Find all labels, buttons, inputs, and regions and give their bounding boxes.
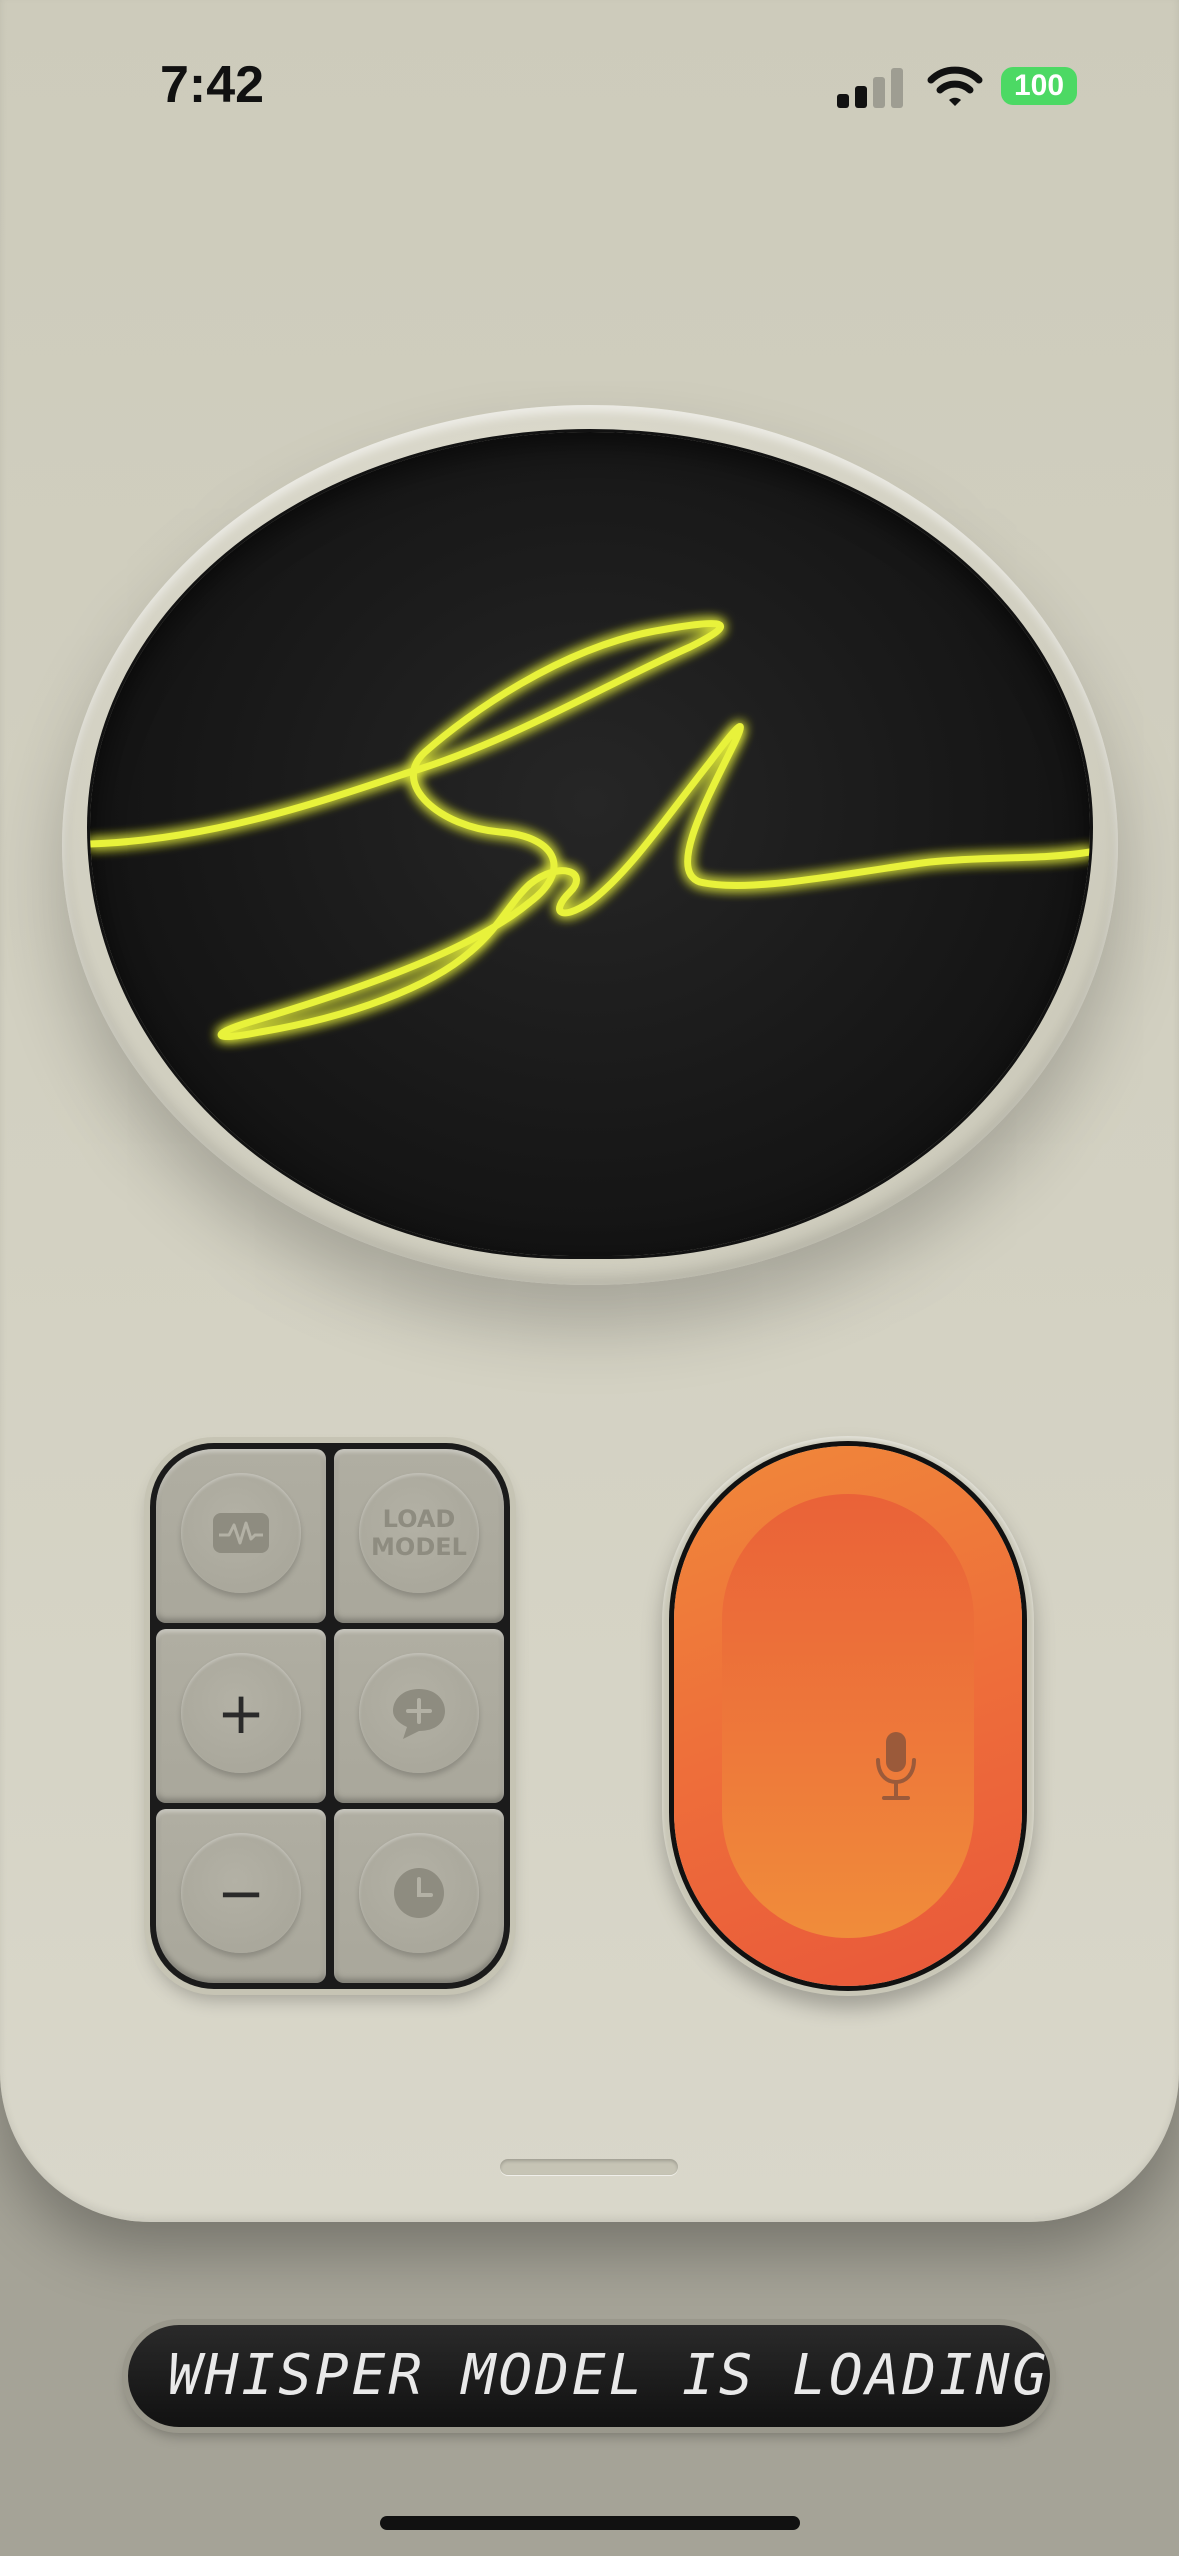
waveform-key[interactable]	[156, 1449, 326, 1623]
key-cap: −	[181, 1833, 301, 1953]
key-cap	[359, 1833, 479, 1953]
load-model-label: LOAD MODEL	[371, 1505, 467, 1561]
key-cap	[359, 1653, 479, 1773]
record-button-inner	[722, 1494, 974, 1938]
sal-signature-logo	[90, 620, 1090, 1040]
status-ticker: WHISPER MODEL IS LOADING	[128, 2325, 1050, 2427]
plus-icon: +	[216, 1679, 266, 1747]
home-indicator[interactable]	[380, 2516, 800, 2530]
load-model-key[interactable]: LOAD MODEL	[334, 1449, 504, 1623]
waveform-icon	[213, 1513, 269, 1553]
ticker-message: WHISPER MODEL IS LOADING	[168, 2343, 1050, 2408]
panel-grip	[500, 2159, 678, 2175]
new-chat-key[interactable]	[334, 1629, 504, 1803]
chat-add-icon	[393, 1689, 445, 1739]
load-label-line2: MODEL	[371, 1533, 467, 1561]
wifi-icon	[927, 66, 983, 106]
microphone-icon	[876, 1732, 916, 1800]
minus-key[interactable]: −	[156, 1809, 326, 1983]
cellular-signal-icon	[837, 68, 903, 108]
record-button[interactable]	[674, 1446, 1022, 1986]
signature-display	[90, 432, 1090, 1256]
status-time: 7:42	[160, 56, 265, 114]
battery-indicator: 100	[1001, 67, 1077, 105]
keypad: LOAD MODEL + −	[150, 1443, 510, 1989]
key-cap: LOAD MODEL	[359, 1473, 479, 1593]
history-key[interactable]	[334, 1809, 504, 1983]
minus-icon: −	[216, 1859, 266, 1927]
load-label-line1: LOAD	[382, 1505, 456, 1533]
key-cap	[181, 1473, 301, 1593]
clock-icon	[394, 1868, 444, 1918]
key-cap: +	[181, 1653, 301, 1773]
plus-key[interactable]: +	[156, 1629, 326, 1803]
app-screen: 7:42 100 LOAD MODEL + − WHISPER MODEL IS…	[0, 0, 1179, 2556]
